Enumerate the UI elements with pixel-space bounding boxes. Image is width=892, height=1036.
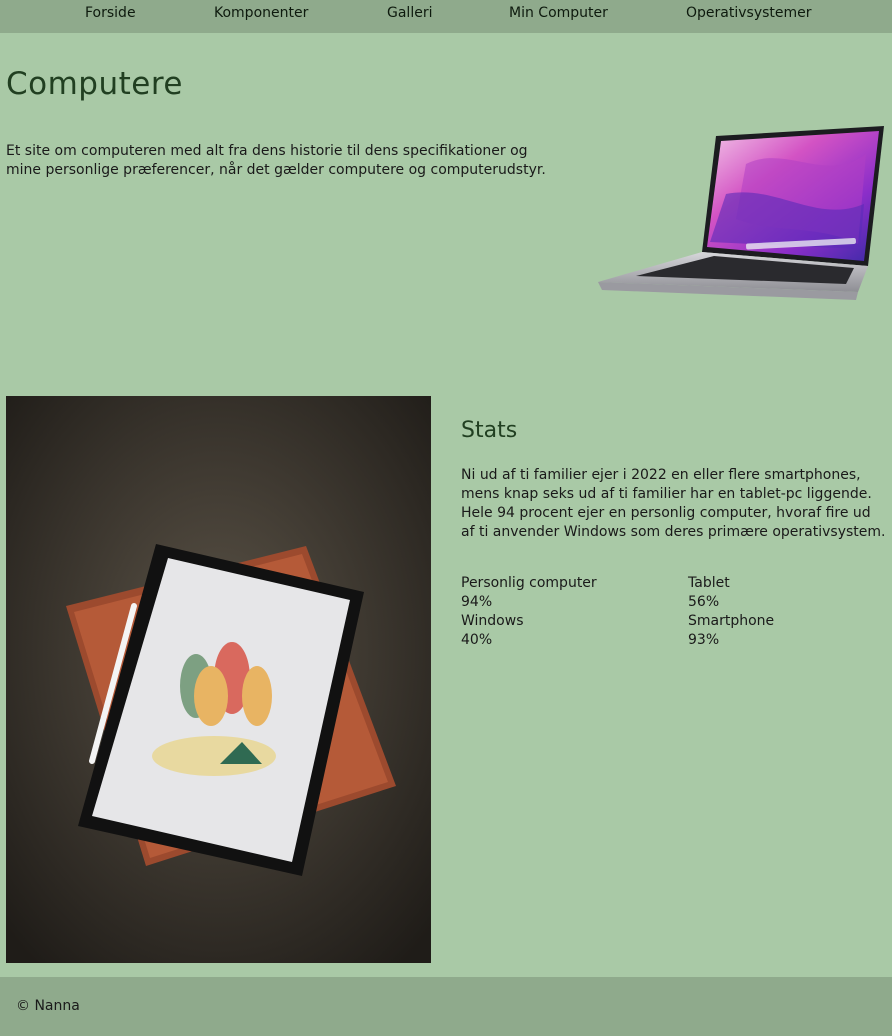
stat-value: 93% — [688, 632, 720, 648]
stats-heading: Stats — [461, 418, 518, 443]
laptop-image — [598, 126, 884, 300]
stat-windows: Windows 40% — [461, 612, 524, 650]
stat-label: Smartphone — [688, 613, 775, 629]
stats-paragraph: Ni ud af ti familier ejer i 2022 en elle… — [461, 467, 886, 540]
nav-link-galleri[interactable]: Galleri — [387, 5, 432, 21]
stat-smartphone: Smartphone 93% — [688, 612, 774, 650]
page-title: Computere — [6, 66, 183, 102]
nav-link-operativsystemer[interactable]: Operativsystemer — [686, 5, 812, 21]
nav-link-komponenter[interactable]: Komponenter — [214, 5, 308, 21]
nav-link-min-computer[interactable]: Min Computer — [509, 5, 608, 21]
footer: © Nanna — [0, 977, 892, 1036]
stat-label: Windows — [461, 613, 524, 629]
stat-tablet: Tablet 56% — [688, 574, 730, 612]
tablet-photo — [6, 396, 431, 963]
stat-personal-computer: Personlig computer 94% — [461, 574, 597, 612]
stat-value: 40% — [461, 632, 493, 648]
stat-label: Tablet — [688, 575, 730, 591]
stat-value: 56% — [688, 594, 720, 610]
stat-label: Personlig computer — [461, 575, 597, 591]
top-navigation: Forside Komponenter Galleri Min Computer… — [0, 0, 892, 33]
footer-copyright: © Nanna — [16, 998, 80, 1014]
nav-link-forside[interactable]: Forside — [85, 5, 136, 21]
intro-text: Et site om computeren med alt fra dens h… — [6, 143, 546, 178]
stat-value: 94% — [461, 594, 493, 610]
